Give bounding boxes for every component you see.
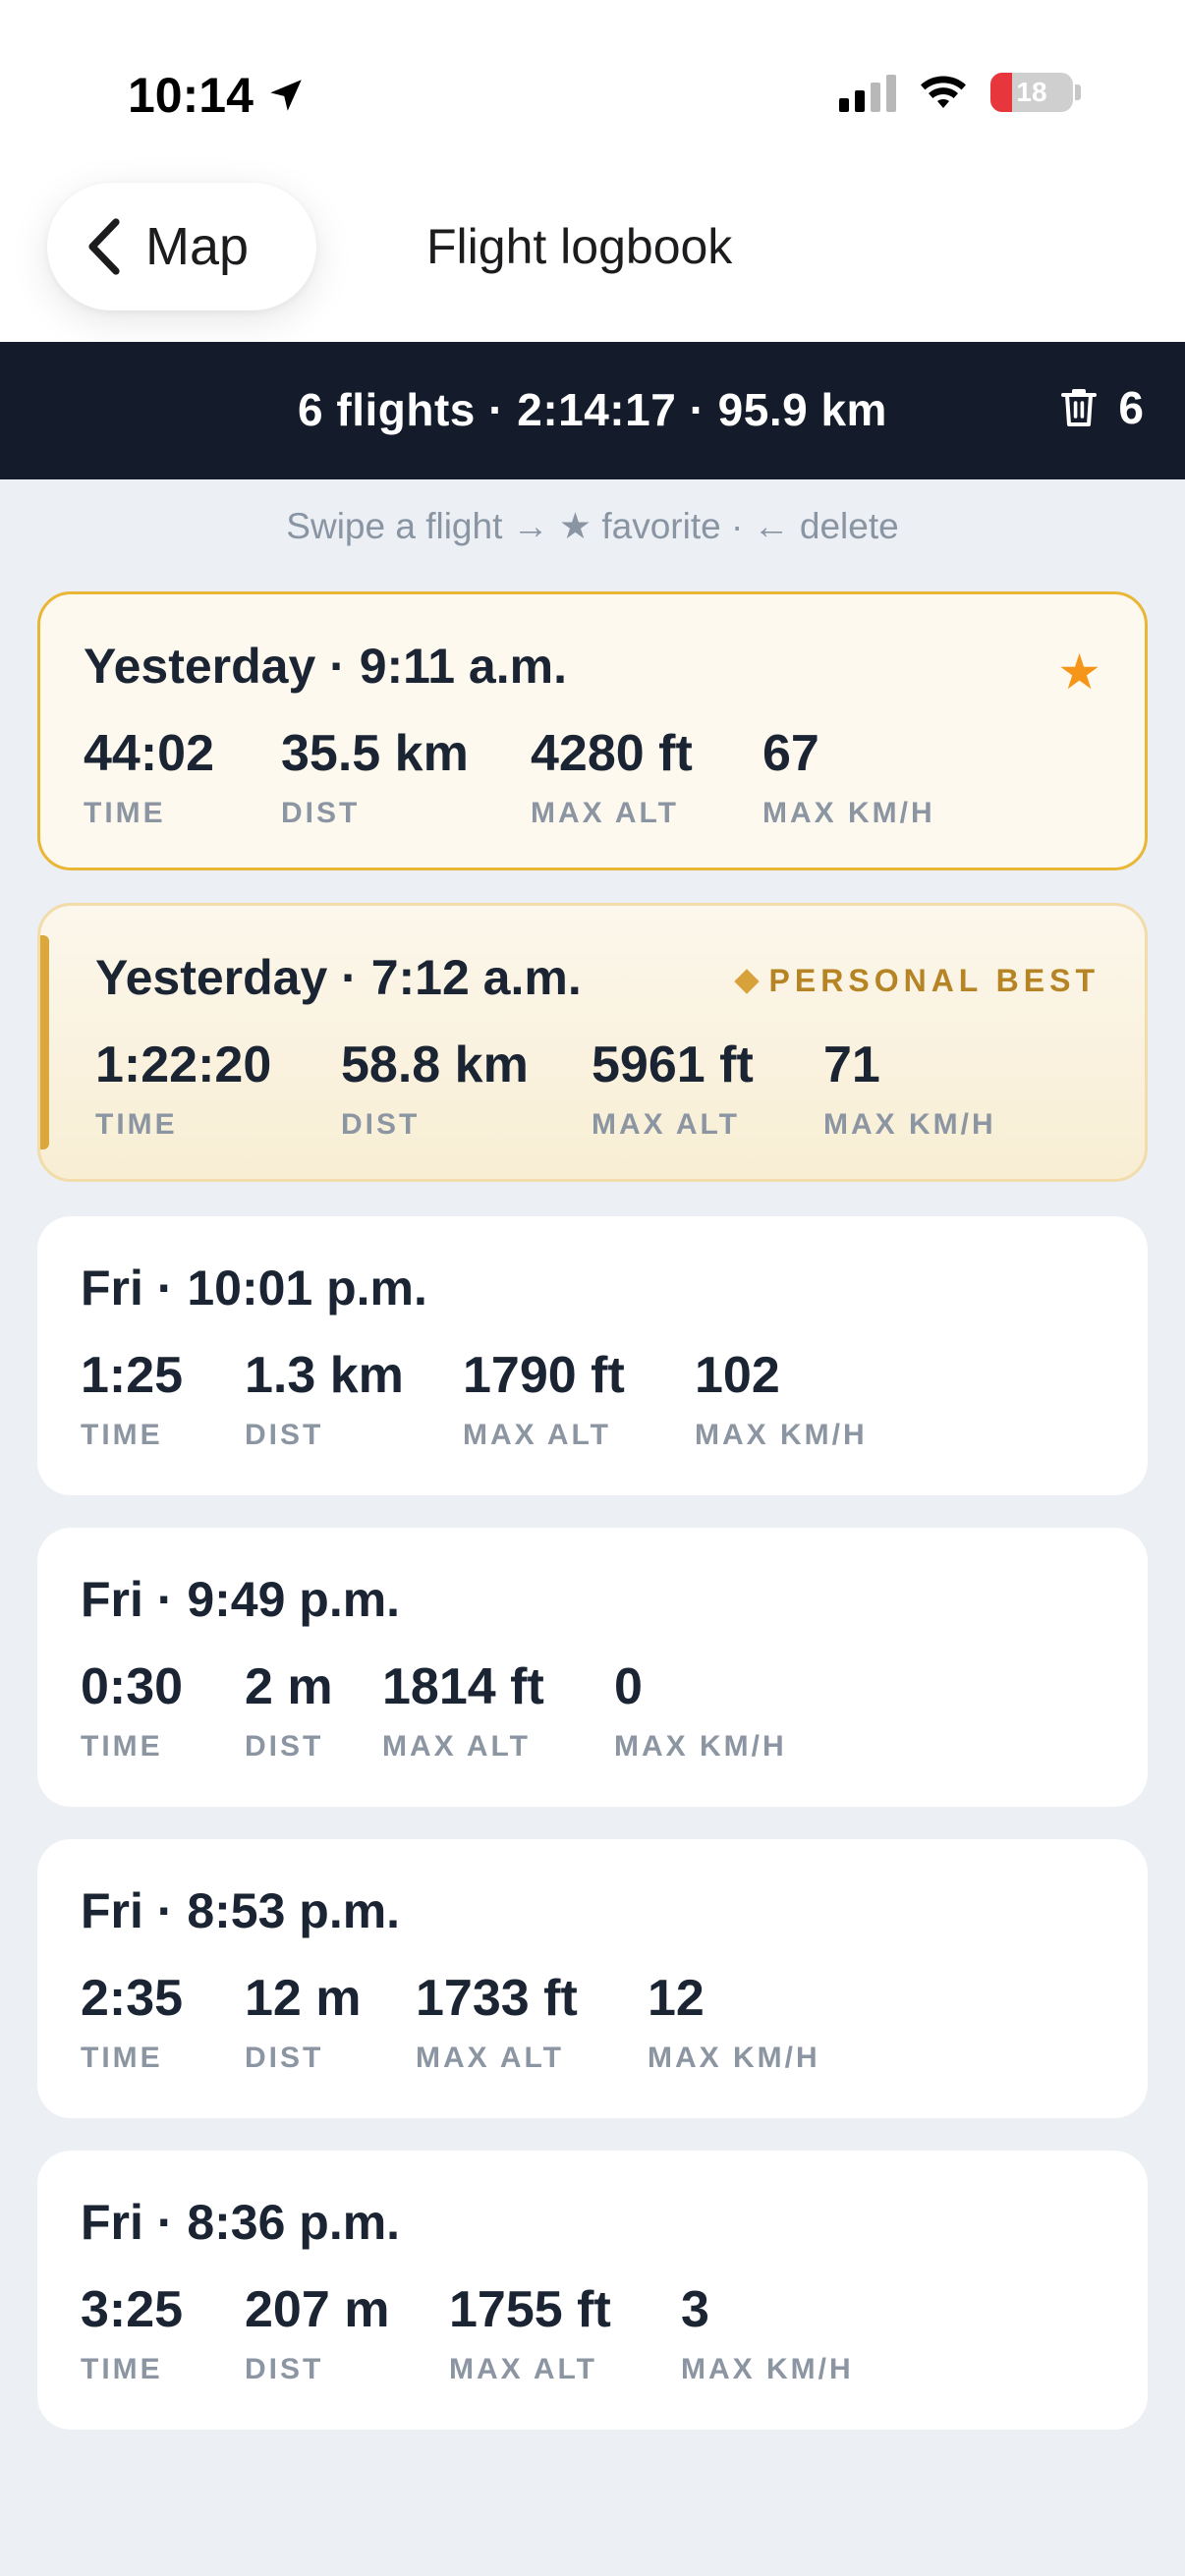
- stat-max-alt: 4280 ft MAX ALT: [531, 725, 693, 829]
- stat-max-alt: 1755 ft MAX ALT: [449, 2281, 611, 2385]
- flight-card[interactable]: Yesterday · 7:12 a.m. PERSONAL BEST 1:22…: [37, 903, 1148, 1182]
- flight-card[interactable]: Fri · 9:49 p.m. 0:30 TIME 2 m DIST 1814 ft…: [37, 1528, 1148, 1807]
- delete-all-button[interactable]: 6: [1061, 381, 1144, 434]
- stat-time: 2:35 TIME: [81, 1970, 184, 2074]
- status-icons: 18: [839, 73, 1081, 112]
- swipe-hint: Swipe a flight → ★ favorite · ← delete: [286, 506, 899, 546]
- stat-max-alt: 5961 ft MAX ALT: [592, 1036, 754, 1141]
- flight-title: Fri · 8:36 p.m.: [81, 2195, 401, 2250]
- flight-title: Fri · 10:01 p.m.: [81, 1260, 427, 1316]
- stat-max-alt: 1814 ft MAX ALT: [382, 1658, 544, 1763]
- stat-dist: 207 m DIST: [245, 2281, 390, 2385]
- summary-text: 6 flights · 2:14:17 · 95.9 km: [298, 384, 887, 435]
- delete-count: 6: [1118, 382, 1144, 433]
- flight-title: Yesterday · 7:12 a.m.: [95, 950, 582, 1005]
- stat-time: 1:22:20 TIME: [95, 1036, 272, 1141]
- status-time: 10:14: [128, 67, 307, 124]
- stat-max-speed: 71 MAX KM/H: [823, 1036, 996, 1141]
- stat-max-speed: 0 MAX KM/H: [614, 1658, 787, 1763]
- stat-dist: 1.3 km DIST: [245, 1347, 404, 1451]
- chevron-left-icon: [88, 218, 120, 275]
- stat-time: 44:02 TIME: [84, 725, 214, 829]
- stat-max-alt: 1790 ft MAX ALT: [463, 1347, 625, 1451]
- stat-dist: 12 m DIST: [245, 1970, 362, 2074]
- summary-bar: 6 flights · 2:14:17 · 95.9 km 6: [0, 342, 1185, 479]
- stat-max-speed: 67 MAX KM/H: [762, 725, 935, 829]
- diamond-icon: [733, 968, 760, 994]
- personal-best-badge: PERSONAL BEST: [733, 963, 1100, 999]
- stat-dist: 35.5 km DIST: [281, 725, 469, 829]
- stat-max-speed: 102 MAX KM/H: [695, 1347, 868, 1451]
- flight-card[interactable]: Yesterday · 9:11 a.m. ★ 44:02 TIME 35.5 k…: [37, 591, 1148, 870]
- back-button-label: Map: [145, 217, 250, 276]
- stat-max-alt: 1733 ft MAX ALT: [416, 1970, 578, 2074]
- flight-card[interactable]: Fri · 8:53 p.m. 2:35 TIME 12 m DIST 1733 f…: [37, 1839, 1148, 2118]
- back-button[interactable]: Map: [47, 183, 316, 310]
- battery-icon: 18: [990, 73, 1073, 112]
- flight-card[interactable]: Fri · 10:01 p.m. 1:25 TIME 1.3 km DIST 179…: [37, 1216, 1148, 1495]
- favorite-star-icon[interactable]: ★: [1057, 644, 1101, 700]
- stat-dist: 58.8 km DIST: [341, 1036, 529, 1141]
- stat-time: 1:25 TIME: [81, 1347, 184, 1451]
- stat-time: 3:25 TIME: [81, 2281, 184, 2385]
- trash-icon: [1061, 389, 1098, 426]
- cellular-signal-icon: [839, 73, 896, 112]
- flight-card[interactable]: Fri · 8:36 p.m. 3:25 TIME 207 m DIST 1755 …: [37, 2151, 1148, 2430]
- page-title: Flight logbook: [426, 219, 733, 274]
- wifi-icon: [921, 76, 966, 108]
- stat-dist: 2 m DIST: [245, 1658, 333, 1763]
- flight-title: Fri · 8:53 p.m.: [81, 1883, 401, 1938]
- stat-max-speed: 12 MAX KM/H: [648, 1970, 820, 2074]
- personal-best-accent: [40, 935, 49, 1149]
- stat-max-speed: 3 MAX KM/H: [681, 2281, 854, 2385]
- stat-time: 0:30 TIME: [81, 1658, 184, 1763]
- location-arrow-icon: [270, 80, 302, 111]
- flight-title: Fri · 9:49 p.m.: [81, 1572, 401, 1627]
- flight-title: Yesterday · 9:11 a.m.: [84, 639, 567, 694]
